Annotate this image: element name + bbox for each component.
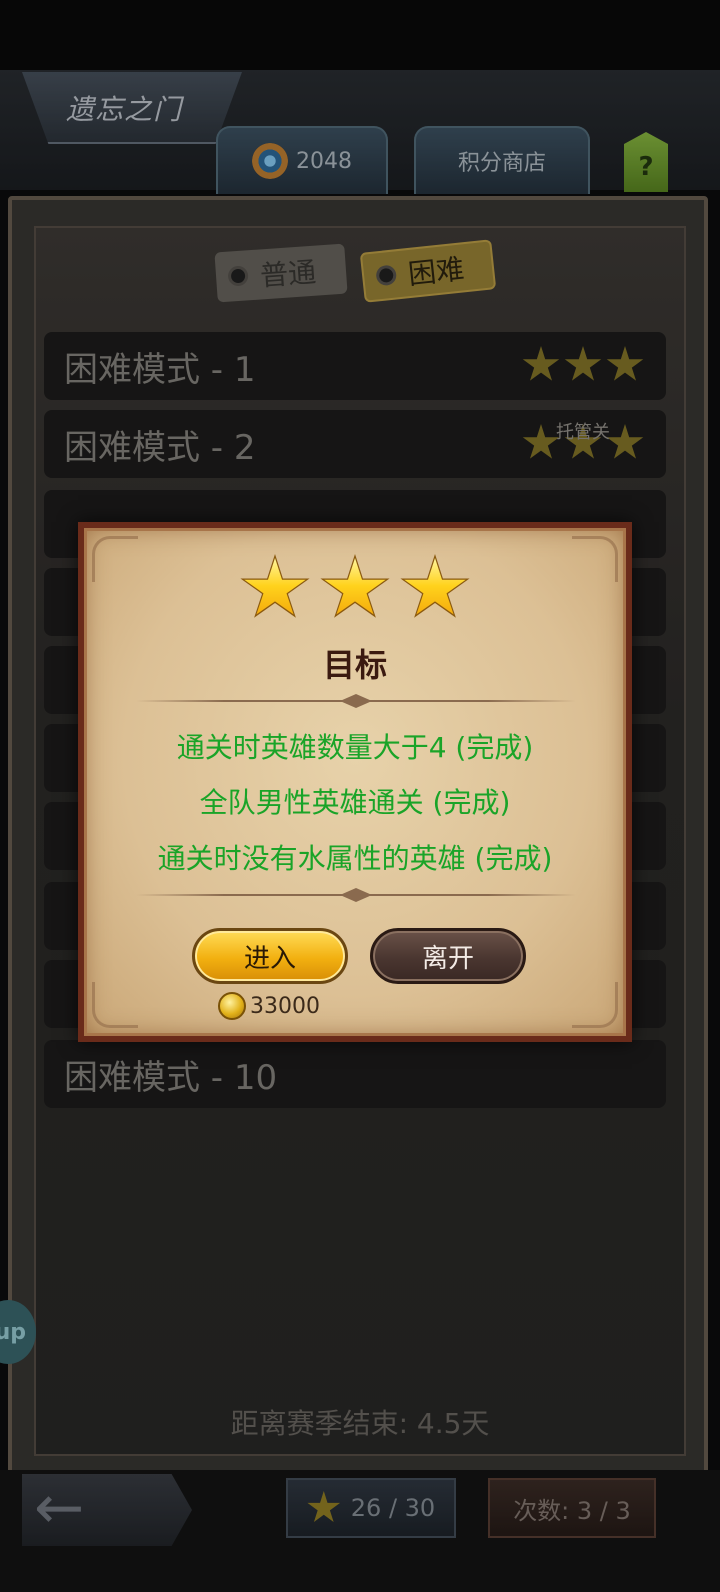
- star-icon: [320, 554, 390, 618]
- leave-button-label: 离开: [421, 943, 474, 974]
- objective-item: 通关时英雄数量大于4 (完成): [176, 731, 534, 764]
- divider-ornament: [340, 888, 372, 902]
- ornament-corner: [92, 982, 138, 1028]
- objective-item: 通关时没有水属性的英雄 (完成): [157, 842, 553, 875]
- ornament-corner: [572, 982, 618, 1028]
- popup-title: 目标: [322, 646, 387, 684]
- coin-icon: [218, 992, 246, 1020]
- divider-ornament: [340, 694, 372, 708]
- entry-cost-value: 33000: [250, 993, 320, 1019]
- objective-popup: 目标 通关时英雄数量大于4 (完成) 全队男性英雄通关 (完成) 通关时没有水属…: [78, 522, 632, 1042]
- enter-button[interactable]: 进入: [192, 928, 348, 984]
- divider: [136, 694, 576, 708]
- star-icon: [400, 554, 470, 618]
- game-screen: 遗忘之门 2048 积分商店 ? 普通 困难 困难模式 - 1 困难模式 - 2: [0, 0, 720, 1592]
- objective-item: 全队男性英雄通关 (完成): [199, 786, 511, 819]
- star-icon: [240, 554, 310, 618]
- divider: [136, 888, 576, 902]
- popup-stars: [84, 554, 626, 624]
- leave-button[interactable]: 离开: [370, 928, 526, 984]
- enter-button-label: 进入: [243, 943, 296, 974]
- entry-cost: 33000: [218, 992, 320, 1020]
